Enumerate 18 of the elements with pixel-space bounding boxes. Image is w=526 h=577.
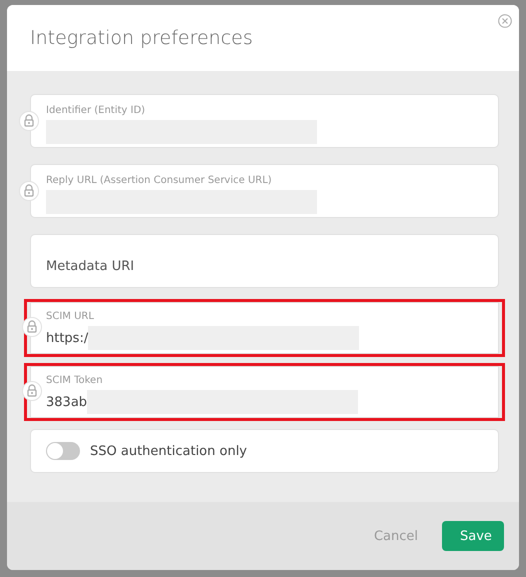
input-field[interactable]: Identifier (Entity ID) <box>30 94 499 148</box>
metadata-uri-field[interactable]: Metadata URI <box>30 234 499 288</box>
dialog-title: Integration preferences <box>30 27 253 49</box>
field-label: Identifier (Entity ID) <box>46 105 146 116</box>
input-field[interactable]: SCIM URL https:/ <box>30 302 499 354</box>
close-icon[interactable] <box>498 14 512 28</box>
field-label: SCIM Token <box>46 375 104 386</box>
field-label: Reply URL (Assertion Consumer Service URL) <box>46 175 273 186</box>
field-label: SCIM URL <box>46 311 95 322</box>
input-field[interactable]: Reply URL (Assertion Consumer Service URL) <box>30 164 499 218</box>
input-field[interactable]: SCIM Token 383ab <box>30 366 499 418</box>
field-value: https:/ <box>46 330 88 346</box>
toggle-label: SSO authentication only <box>90 444 248 458</box>
toggle-switch[interactable] <box>46 442 80 460</box>
cancel-button[interactable]: Cancel <box>374 521 418 551</box>
field-value: 383ab <box>46 394 88 410</box>
save-button[interactable]: Save <box>442 521 504 551</box>
field-placeholder: Metadata URI <box>46 258 136 274</box>
